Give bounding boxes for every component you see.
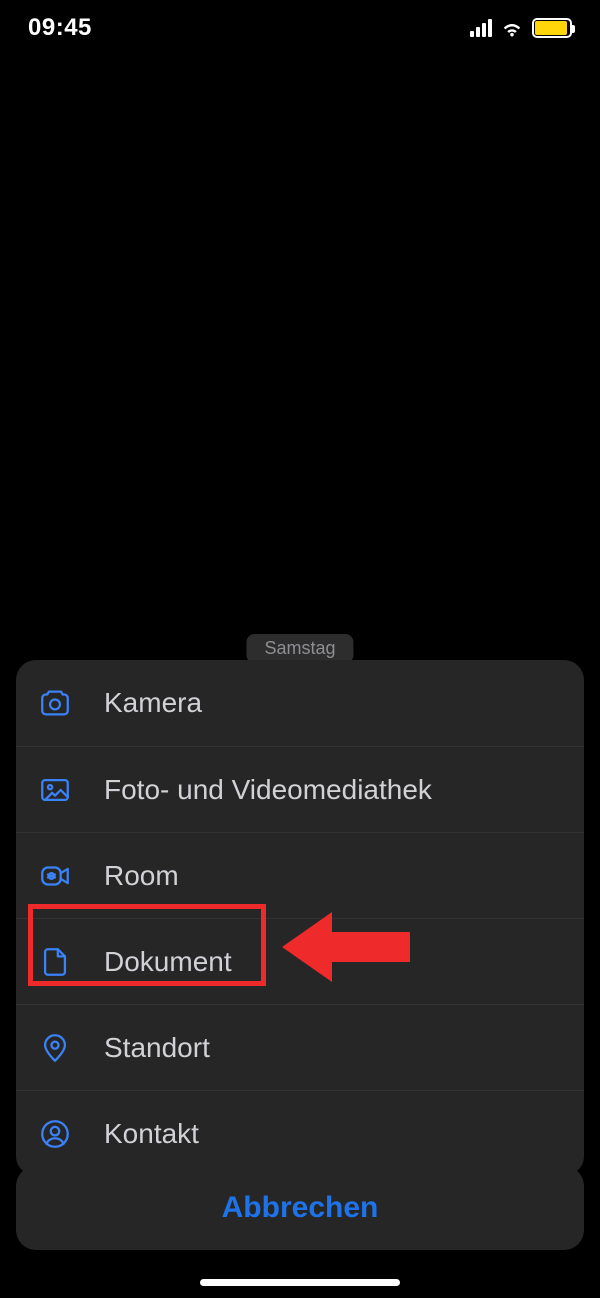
location-pin-icon [38,1031,72,1065]
cancel-button-label: Abbrechen [222,1191,379,1225]
document-icon [38,945,72,979]
cellular-signal-icon [470,19,492,37]
sheet-item-label: Room [104,860,179,892]
sheet-item-label: Standort [104,1032,210,1064]
video-room-icon [38,859,72,893]
image-icon [38,773,72,807]
camera-icon [38,686,72,720]
attachment-action-sheet: Kamera Foto- und Videomediathek Room Dok… [16,660,584,1176]
chat-backdrop [16,60,584,628]
status-time: 09:45 [28,14,92,42]
sheet-item-label: Kontakt [104,1118,199,1150]
sheet-item-label: Dokument [104,946,232,978]
battery-icon [532,18,572,38]
sheet-item-contact[interactable]: Kontakt [16,1090,584,1176]
wifi-icon [500,19,524,37]
sheet-item-label: Foto- und Videomediathek [104,774,432,806]
day-chip: Samstag [246,634,353,663]
home-indicator[interactable] [200,1279,400,1286]
sheet-item-location[interactable]: Standort [16,1004,584,1090]
status-bar: 09:45 [0,0,600,56]
sheet-item-camera[interactable]: Kamera [16,660,584,746]
contact-icon [38,1117,72,1151]
cancel-button[interactable]: Abbrechen [16,1166,584,1250]
sheet-item-room[interactable]: Room [16,832,584,918]
sheet-item-media[interactable]: Foto- und Videomediathek [16,746,584,832]
status-icons [470,18,572,38]
sheet-item-label: Kamera [104,687,202,719]
sheet-item-document[interactable]: Dokument [16,918,584,1004]
